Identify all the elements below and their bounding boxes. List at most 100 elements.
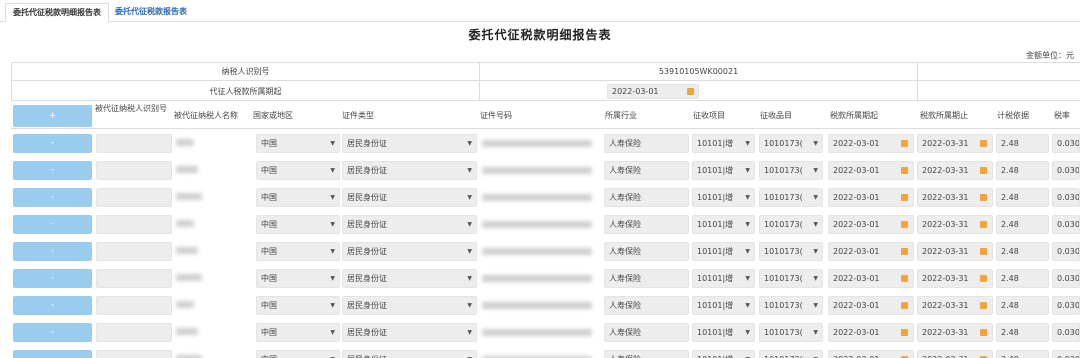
country-select[interactable]: 中国▼: [256, 296, 340, 315]
agent-taxpayer-id-input[interactable]: [96, 269, 172, 288]
remove-row-button[interactable]: -: [13, 215, 92, 234]
country-select[interactable]: 中国▼: [256, 188, 340, 207]
period-end-input[interactable]: 2022-03-31: [917, 296, 993, 315]
country-select[interactable]: 中国▼: [256, 215, 340, 234]
cert-type-select[interactable]: 居民身份证 ▼: [342, 296, 477, 315]
tax-basis-input[interactable]: 2.48: [996, 323, 1049, 342]
agent-taxpayer-id-input[interactable]: [96, 242, 172, 261]
period-start-input[interactable]: 2022-03-01: [828, 242, 914, 261]
add-row-button[interactable]: +: [13, 105, 92, 127]
cert-type-select[interactable]: 居民身份证 ▼: [342, 323, 477, 342]
levy-item-select[interactable]: 10101|增▼: [692, 242, 755, 261]
tax-basis-input[interactable]: 2.48: [996, 161, 1049, 180]
agent-taxpayer-id-input[interactable]: [96, 296, 172, 315]
calendar-icon[interactable]: [901, 302, 908, 309]
agent-taxpayer-id-input[interactable]: [96, 350, 172, 358]
levy-item-select[interactable]: 10101|增▼: [692, 323, 755, 342]
period-start-input[interactable]: 2022-03-01: [828, 269, 914, 288]
calendar-icon[interactable]: [901, 329, 908, 336]
levy-item-select[interactable]: 10101|增▼: [692, 161, 755, 180]
remove-row-button[interactable]: -: [13, 269, 92, 288]
agent-taxpayer-id-input[interactable]: [96, 215, 172, 234]
cert-type-select[interactable]: 居民身份证 ▼: [342, 215, 477, 234]
levy-subitem-select[interactable]: 1010173(▼: [759, 242, 823, 261]
tab-detail-report[interactable]: 委托代征税款明细报告表: [5, 3, 109, 22]
period-end-input[interactable]: 2022-03-31: [917, 242, 993, 261]
agent-taxpayer-id-input[interactable]: [96, 134, 172, 153]
cert-type-select[interactable]: 居民身份证 ▼: [342, 134, 477, 153]
calendar-icon[interactable]: [901, 248, 908, 255]
tax-basis-input[interactable]: 2.48: [996, 134, 1049, 153]
calendar-icon[interactable]: [687, 88, 694, 95]
calendar-icon[interactable]: [901, 140, 908, 147]
tax-basis-input[interactable]: 2.48: [996, 296, 1049, 315]
country-select[interactable]: 中国▼: [256, 161, 340, 180]
period-start-input[interactable]: 2022-03-01: [828, 161, 914, 180]
levy-item-select[interactable]: 10101|增▼: [692, 269, 755, 288]
tax-basis-input[interactable]: 2.48: [996, 215, 1049, 234]
tax-basis-input[interactable]: 2.48: [996, 242, 1049, 261]
country-select[interactable]: 中国▼: [256, 134, 340, 153]
cert-type-select[interactable]: 居民身份证 ▼: [342, 269, 477, 288]
calendar-icon[interactable]: [901, 167, 908, 174]
levy-item-select[interactable]: 10101|增▼: [692, 350, 755, 358]
calendar-icon[interactable]: [901, 194, 908, 201]
calendar-icon[interactable]: [980, 248, 987, 255]
calendar-icon[interactable]: [901, 221, 908, 228]
period-start-input[interactable]: 2022-03-01: [828, 134, 914, 153]
calendar-icon[interactable]: [980, 275, 987, 282]
calendar-icon[interactable]: [980, 167, 987, 174]
cert-type-select[interactable]: 居民身份证 ▼: [342, 188, 477, 207]
remove-row-button[interactable]: -: [13, 350, 92, 358]
calendar-icon[interactable]: [980, 302, 987, 309]
levy-item-select[interactable]: 10101|增▼: [692, 296, 755, 315]
calendar-icon[interactable]: [901, 275, 908, 282]
cert-type-select[interactable]: 居民身份证 ▼: [342, 161, 477, 180]
calendar-icon[interactable]: [980, 329, 987, 336]
levy-subitem-select[interactable]: 1010173(▼: [759, 215, 823, 234]
tax-basis-input[interactable]: 2.48: [996, 350, 1049, 358]
levy-subitem-select[interactable]: 1010173(▼: [759, 269, 823, 288]
period-start-input[interactable]: 2022-03-01: [828, 296, 914, 315]
country-select[interactable]: 中国▼: [256, 242, 340, 261]
agent-taxpayer-id-input[interactable]: [96, 188, 172, 207]
period-end-input[interactable]: 2022-03-31: [917, 323, 993, 342]
remove-row-button[interactable]: -: [13, 242, 92, 261]
levy-subitem-select[interactable]: 1010173(▼: [759, 134, 823, 153]
tab-summary-report[interactable]: 委托代征税款报告表: [108, 3, 194, 22]
agent-taxpayer-id-input[interactable]: [96, 161, 172, 180]
levy-subitem-select[interactable]: 1010173(▼: [759, 188, 823, 207]
period-date-input[interactable]: 2022-03-01: [607, 84, 699, 99]
cert-type-select[interactable]: 居民身份证 ▼: [342, 242, 477, 261]
levy-subitem-select[interactable]: 1010173(▼: [759, 323, 823, 342]
levy-subitem-select[interactable]: 1010173(▼: [759, 161, 823, 180]
remove-row-button[interactable]: -: [13, 323, 92, 342]
levy-item-select[interactable]: 10101|增▼: [692, 215, 755, 234]
agent-taxpayer-id-input[interactable]: [96, 323, 172, 342]
calendar-icon[interactable]: [980, 221, 987, 228]
period-start-input[interactable]: 2022-03-01: [828, 215, 914, 234]
calendar-icon[interactable]: [980, 140, 987, 147]
period-end-input[interactable]: 2022-03-31: [917, 215, 993, 234]
period-end-input[interactable]: 2022-03-31: [917, 134, 993, 153]
levy-item-select[interactable]: 10101|增▼: [692, 188, 755, 207]
period-end-input[interactable]: 2022-03-31: [917, 269, 993, 288]
tax-basis-input[interactable]: 2.48: [996, 188, 1049, 207]
country-select[interactable]: 中国▼: [256, 269, 340, 288]
remove-row-button[interactable]: -: [13, 134, 92, 153]
period-start-input[interactable]: 2022-03-01: [828, 188, 914, 207]
period-start-input[interactable]: 2022-03-01: [828, 350, 914, 358]
remove-row-button[interactable]: -: [13, 296, 92, 315]
remove-row-button[interactable]: -: [13, 161, 92, 180]
period-end-input[interactable]: 2022-03-31: [917, 350, 993, 358]
tax-basis-input[interactable]: 2.48: [996, 269, 1049, 288]
period-end-input[interactable]: 2022-03-31: [917, 161, 993, 180]
calendar-icon[interactable]: [980, 194, 987, 201]
country-select[interactable]: 中国▼: [256, 323, 340, 342]
period-start-input[interactable]: 2022-03-01: [828, 323, 914, 342]
levy-subitem-select[interactable]: 1010173(▼: [759, 350, 823, 358]
period-end-input[interactable]: 2022-03-31: [917, 188, 993, 207]
remove-row-button[interactable]: -: [13, 188, 92, 207]
country-select[interactable]: 中国▼: [256, 350, 340, 358]
levy-item-select[interactable]: 10101|增▼: [692, 134, 755, 153]
